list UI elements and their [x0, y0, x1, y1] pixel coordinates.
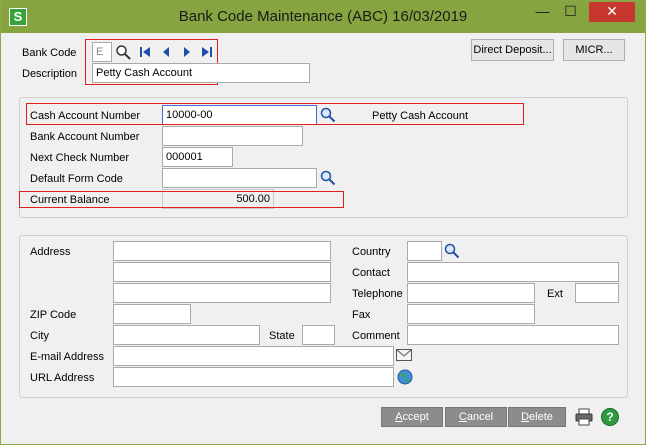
address-label: Address — [30, 246, 71, 258]
zip-label: ZIP Code — [30, 309, 77, 321]
accept-label-rest: ccept — [402, 411, 429, 423]
url-input[interactable] — [113, 367, 394, 387]
direct-deposit-button[interactable]: Direct Deposit... — [471, 39, 554, 61]
telephone-input[interactable] — [407, 283, 535, 303]
comment-label: Comment — [352, 330, 400, 342]
accept-mnemonic: A — [395, 411, 403, 423]
cancel-button[interactable]: Cancel — [445, 407, 507, 427]
default-form-lookup-icon[interactable] — [320, 170, 336, 186]
delete-button[interactable]: Delete — [508, 407, 566, 427]
email-input[interactable] — [113, 346, 394, 366]
title-bar: S Bank Code Maintenance (ABC) 16/03/2019… — [1, 1, 645, 33]
ext-label: Ext — [547, 288, 563, 300]
contact-label: Contact — [352, 267, 390, 279]
default-form-input[interactable] — [162, 168, 317, 188]
country-label: Country — [352, 246, 391, 258]
zip-input[interactable] — [113, 304, 191, 324]
current-balance-highlight — [19, 191, 344, 208]
window: S Bank Code Maintenance (ABC) 16/03/2019… — [0, 0, 646, 445]
next-check-label: Next Check Number — [30, 152, 130, 164]
globe-icon[interactable] — [397, 369, 413, 385]
address-line1-input[interactable] — [113, 241, 331, 261]
close-button[interactable]: ✕ — [589, 2, 635, 22]
accept-button[interactable]: Accept — [381, 407, 443, 427]
address-line2-input[interactable] — [113, 262, 331, 282]
cancel-mnemonic: C — [458, 411, 467, 423]
city-label: City — [30, 330, 49, 342]
bank-code-label: Bank Code — [22, 47, 77, 59]
default-form-label: Default Form Code — [30, 173, 123, 185]
description-input[interactable]: Petty Cash Account — [92, 63, 310, 83]
next-check-input[interactable]: 000001 — [162, 147, 233, 167]
email-icon[interactable] — [396, 349, 412, 361]
micr-button[interactable]: MICR... — [563, 39, 625, 61]
telephone-label: Telephone — [352, 288, 403, 300]
address-line3-input[interactable] — [113, 283, 331, 303]
printer-icon[interactable] — [575, 408, 593, 426]
cash-account-highlight — [26, 103, 524, 125]
help-icon[interactable]: ? — [601, 408, 619, 426]
bank-account-label: Bank Account Number — [30, 131, 140, 143]
description-label: Description — [22, 68, 78, 80]
email-label: E-mail Address — [30, 351, 104, 363]
minimize-button[interactable]: — — [529, 2, 556, 22]
cancel-label-rest: ancel — [466, 411, 494, 423]
url-label: URL Address — [30, 372, 95, 384]
ext-input[interactable] — [575, 283, 619, 303]
fax-label: Fax — [352, 309, 371, 321]
comment-input[interactable] — [407, 325, 619, 345]
country-lookup-icon[interactable] — [444, 243, 460, 259]
country-input[interactable] — [407, 241, 442, 261]
state-input[interactable] — [302, 325, 335, 345]
delete-label-rest: elete — [529, 411, 553, 423]
state-label: State — [269, 330, 295, 342]
city-input[interactable] — [113, 325, 260, 345]
maximize-button[interactable]: ☐ — [557, 2, 584, 22]
fax-input[interactable] — [407, 304, 535, 324]
bank-account-input[interactable] — [162, 126, 303, 146]
contact-input[interactable] — [407, 262, 619, 282]
delete-mnemonic: D — [521, 411, 530, 423]
